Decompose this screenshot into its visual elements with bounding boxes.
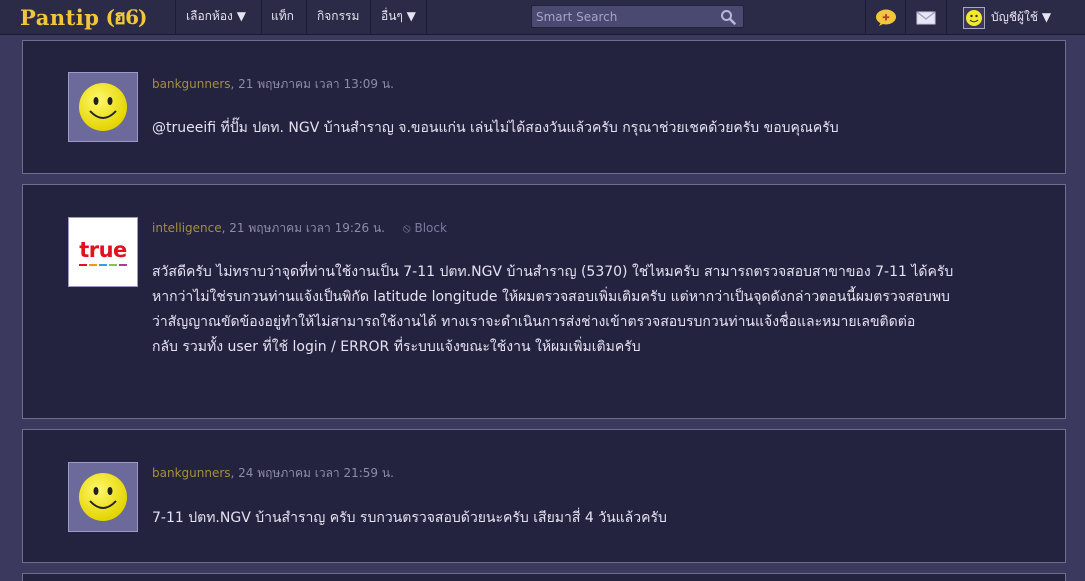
comment-line: หากว่าไม่ใช่รบกวนท่านแจ้งเป็นพิกัด latit…: [152, 289, 950, 305]
smiley-icon: [79, 473, 127, 521]
nav-divider: [261, 0, 262, 35]
nav-activities[interactable]: กิจกรรม: [317, 0, 359, 35]
comment-card-partial: [22, 573, 1066, 581]
comment-username[interactable]: bankgunners: [152, 466, 231, 480]
comment-line: 7-11 ปตท.NGV บ้านสำราญ ครับ รบกวนตรวจสอบ…: [152, 510, 667, 526]
nav-more[interactable]: อื่นๆ ▼: [381, 0, 416, 35]
nav-divider: [946, 0, 947, 35]
account-menu[interactable]: บัญชีผู้ใช้ ▼: [948, 0, 1085, 35]
smiley-icon: [79, 83, 127, 131]
chat-icon[interactable]: ✚: [866, 0, 906, 35]
comment-card: bankgunners, 24 พฤษภาคม เวลา 21:59 น. 7-…: [22, 429, 1066, 563]
nav-divider: [306, 0, 307, 35]
block-label: Block: [414, 221, 447, 235]
nav-divider: [175, 0, 176, 35]
comment-meta: bankgunners, 24 พฤษภาคม เวลา 21:59 น.: [152, 464, 394, 483]
user-avatar[interactable]: [68, 462, 138, 532]
nav-tags[interactable]: แท็ก: [271, 0, 294, 35]
comment-card: bankgunners, 21 พฤษภาคม เวลา 13:09 น. @t…: [22, 40, 1066, 174]
comment-time: , 21 พฤษภาคม เวลา 19:26 น.: [221, 221, 385, 235]
comment-body: สวัสดีครับ ไม่ทราบว่าจุดที่ท่านใช้งานเป็…: [152, 260, 953, 360]
comment-username[interactable]: intelligence: [152, 221, 222, 235]
comment-card: true intelligence, 21 พฤษภาคม เวลา 19:26…: [22, 184, 1066, 419]
search-input[interactable]: [532, 6, 712, 28]
nav-select-room[interactable]: เลือกห้อง ▼: [186, 0, 246, 35]
mail-icon[interactable]: [906, 0, 946, 35]
comment-time: , 24 พฤษภาคม เวลา 21:59 น.: [230, 466, 394, 480]
logo-text: Pantip: [20, 4, 100, 30]
nav-divider: [370, 0, 371, 35]
true-logo-text: true: [79, 238, 127, 262]
logo-color-strip: [79, 264, 127, 266]
comment-line: ว่าสัญญาณขัดข้องอยู่ทำให้ไม่สามารถใช้งาน…: [152, 314, 916, 330]
true-logo: true: [79, 238, 127, 266]
user-avatar[interactable]: [68, 72, 138, 142]
comment-time: , 21 พฤษภาคม เวลา 13:09 น.: [230, 77, 394, 91]
comment-body: @trueeifi ที่ปั๊ม ปตท. NGV บ้านสำราญ จ.ข…: [152, 116, 839, 141]
comment-meta: intelligence, 21 พฤษภาคม เวลา 19:26 น. ⦸…: [152, 219, 447, 238]
comment-line: กลับ รวมทั้ง user ที่ใช้ login / ERROR ท…: [152, 339, 641, 355]
block-button[interactable]: ⦸ Block: [403, 221, 447, 235]
comment-body: 7-11 ปตท.NGV บ้านสำราญ ครับ รบกวนตรวจสอบ…: [152, 506, 667, 531]
user-avatar[interactable]: true: [68, 217, 138, 287]
smart-search-box[interactable]: [531, 5, 744, 28]
comment-line: @trueeifi ที่ปั๊ม ปตท. NGV บ้านสำราญ จ.ข…: [152, 120, 839, 136]
comment-line: สวัสดีครับ ไม่ทราบว่าจุดที่ท่านใช้งานเป็…: [152, 264, 954, 280]
svg-text:✚: ✚: [882, 13, 890, 23]
account-label: บัญชีผู้ใช้ ▼: [991, 10, 1052, 24]
block-icon: ⦸: [402, 221, 411, 235]
nav-divider: [426, 0, 427, 35]
comment-username[interactable]: bankgunners: [152, 77, 231, 91]
top-navigation-bar: Pantip (ฮ6) เลือกห้อง ▼ แท็ก กิจกรรม อื่…: [0, 0, 1085, 35]
smiley-avatar-icon: [963, 6, 985, 29]
search-icon[interactable]: [720, 9, 736, 29]
comment-meta: bankgunners, 21 พฤษภาคม เวลา 13:09 น.: [152, 75, 394, 94]
pantip-logo[interactable]: Pantip (ฮ6): [20, 2, 148, 32]
logo-mark: (ฮ6): [105, 5, 147, 29]
